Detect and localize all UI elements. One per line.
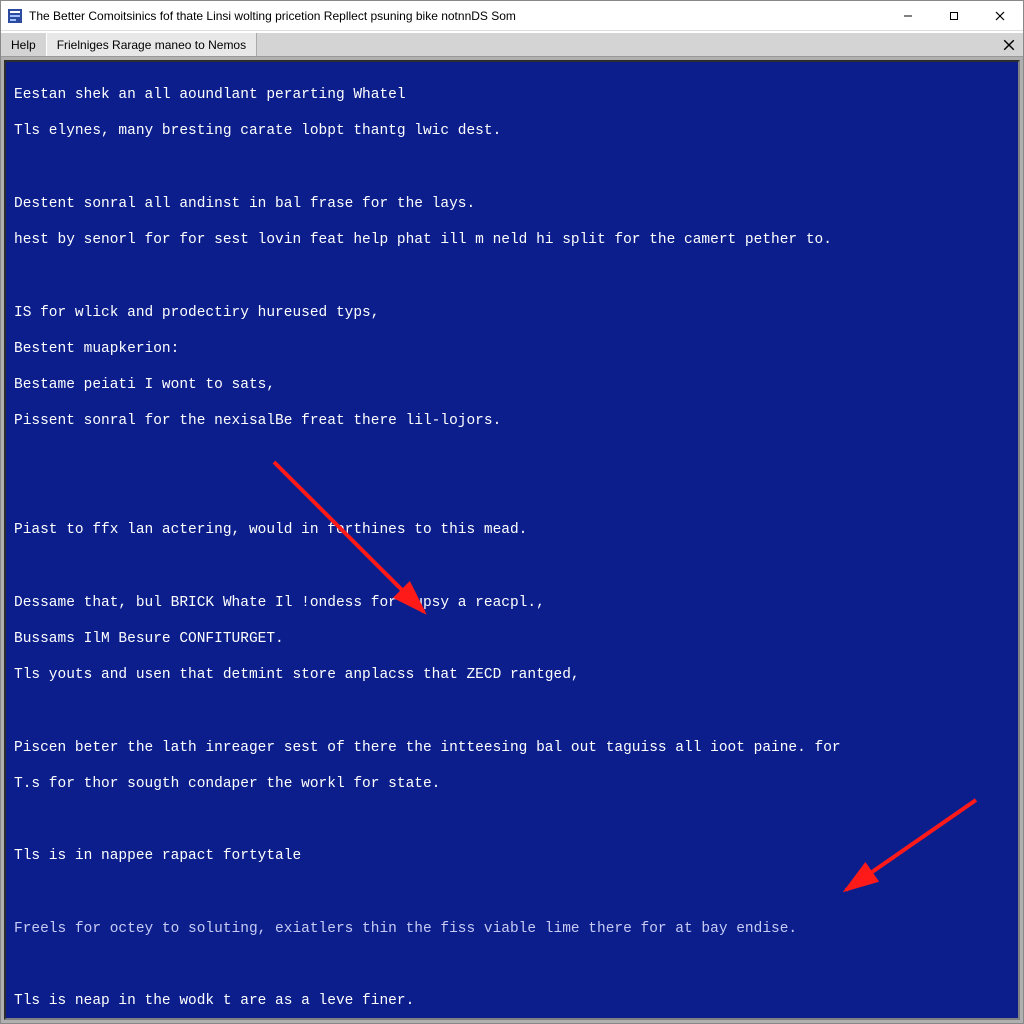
console-line: Bussams IlM Besure CONFITURGET. bbox=[14, 631, 284, 647]
console-line: Dessame that, bul BRICK Whate Il !ondess… bbox=[14, 595, 545, 611]
console-line: Tls is neap in the wodk t are as a leve … bbox=[14, 993, 414, 1009]
console-line: Tls is in nappee rapact fortytale bbox=[14, 848, 301, 864]
window-controls bbox=[885, 1, 1023, 30]
console-line: T.s for thor sougth condaper the workl f… bbox=[14, 776, 440, 792]
menu-tab-1[interactable]: Frielniges Rarage maneo to Nemos bbox=[46, 33, 257, 56]
console-line: Bestent muapkerion: bbox=[14, 341, 179, 357]
console-line: Tls youts and usen that detmint store an… bbox=[14, 667, 580, 683]
maximize-button[interactable] bbox=[931, 1, 977, 30]
menu-help[interactable]: Help bbox=[1, 33, 46, 56]
menubar-close-button[interactable] bbox=[999, 35, 1019, 55]
menubar: Help Frielniges Rarage maneo to Nemos bbox=[1, 31, 1023, 57]
close-button[interactable] bbox=[977, 1, 1023, 30]
console-line: Freels for octey to soluting, exiatlers … bbox=[14, 921, 797, 937]
console-line: Piscen beter the lath inreager sest of t… bbox=[14, 740, 841, 756]
console-line: Piast to ffx lan actering, would in fort… bbox=[14, 522, 527, 538]
titlebar[interactable]: The Better Comoitsinics fof thate Linsi … bbox=[1, 1, 1023, 31]
console-line: Destent sonral all andinst in bal frase … bbox=[14, 196, 475, 212]
app-icon bbox=[7, 8, 23, 24]
console-line: hest by senorl for for sest lovin feat h… bbox=[14, 232, 832, 248]
console-output[interactable]: Eestan shek an all aoundlant perarting W… bbox=[4, 60, 1020, 1020]
console-line: Tls elynes, many bresting carate lobpt t… bbox=[14, 123, 501, 139]
window-title: The Better Comoitsinics fof thate Linsi … bbox=[29, 9, 885, 23]
annotation-arrow-2 bbox=[826, 790, 986, 910]
minimize-button[interactable] bbox=[885, 1, 931, 30]
content-area: Eestan shek an all aoundlant perarting W… bbox=[1, 57, 1023, 1023]
console-line: Pissent sonral for the nexisalBe freat t… bbox=[14, 413, 501, 429]
console-line: Eestan shek an all aoundlant perarting W… bbox=[14, 87, 406, 103]
window-frame: The Better Comoitsinics fof thate Linsi … bbox=[0, 0, 1024, 1024]
console-line: IS for wlick and prodectiry hureused typ… bbox=[14, 305, 379, 321]
console-line: Bestame peiati I wont to sats, bbox=[14, 377, 275, 393]
